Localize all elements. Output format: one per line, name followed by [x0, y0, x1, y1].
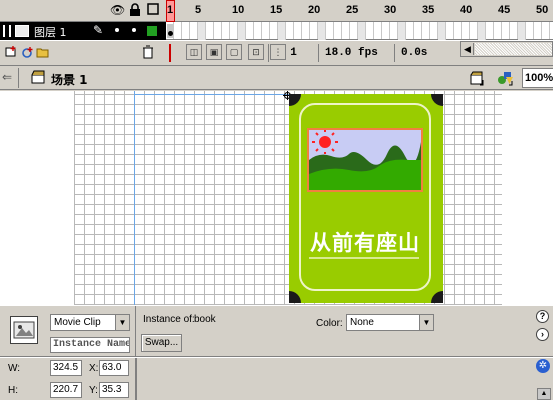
symbol-type-select[interactable]: Movie Clip ▼: [50, 314, 130, 331]
height-label: H:: [8, 385, 18, 396]
lock-dot[interactable]: [132, 28, 136, 32]
frame-ruler[interactable]: 1 5 10 15 20 25 30 35 40 45 50: [166, 0, 553, 22]
chevron-down-icon[interactable]: ▼: [115, 315, 129, 330]
accessibility-icon[interactable]: ✲: [536, 359, 550, 373]
movie-clip-symbol-icon: [10, 316, 38, 344]
frame-number: 35: [422, 4, 435, 16]
book-corner: [289, 94, 301, 106]
frame-number: 15: [270, 4, 283, 16]
layer-name[interactable]: 图层 1: [34, 24, 67, 40]
back-arrow-icon[interactable]: ⇐: [2, 70, 12, 84]
color-effect-select[interactable]: None ▼: [346, 314, 434, 331]
scroll-track[interactable]: [475, 43, 552, 55]
outline-toggle-icon[interactable]: [146, 3, 160, 17]
frame-number: 20: [308, 4, 321, 16]
layer-type-icon: [15, 25, 29, 37]
timeline-panel: 👁 图层 1 ✎ 1 5 10 15 20 25 30 35 40 45 50 …: [0, 0, 553, 65]
width-field[interactable]: 324.5: [50, 360, 82, 376]
properties-panel: Movie Clip ▼ Instance Name Instance of: …: [0, 305, 553, 400]
frame-area[interactable]: 1 5 10 15 20 25 30 35 40 45 50: [166, 0, 553, 40]
edit-multiple-frames-button[interactable]: ⊡: [248, 44, 264, 60]
instance-of-value: book: [194, 314, 216, 325]
frame-number: 30: [384, 4, 397, 16]
symbol-type-value: Movie Clip: [54, 317, 101, 328]
help-icon[interactable]: ?: [536, 310, 549, 323]
landscape-image: [309, 130, 421, 190]
panel-column-divider: [136, 358, 137, 400]
frame-number: 25: [346, 4, 359, 16]
insert-folder-icon[interactable]: [36, 45, 50, 62]
elapsed-time: 0.0s: [394, 44, 456, 62]
x-field[interactable]: 63.0: [99, 360, 129, 376]
work-area-left: [0, 91, 74, 305]
outline-color-swatch[interactable]: [147, 26, 157, 36]
book-corner: [431, 94, 443, 106]
guide-line-horizontal[interactable]: [134, 94, 289, 95]
playhead-marker: [169, 44, 177, 62]
frame-number: 50: [536, 4, 549, 16]
book-illustration: [307, 128, 423, 192]
book-corner: [431, 291, 443, 303]
flash-editor: 👁 图层 1 ✎ 1 5 10 15 20 25 30 35 40 45 50 …: [0, 0, 553, 400]
scene-label: 场景 1: [51, 73, 88, 87]
instance-of-label: Instance of:: [143, 314, 195, 325]
layer-grip-icon: [3, 25, 11, 37]
keyframe[interactable]: [167, 24, 174, 38]
options-menu-icon[interactable]: ›: [536, 328, 549, 341]
center-frame-button[interactable]: ◫: [186, 44, 202, 60]
book-symbol[interactable]: 从前有座山: [289, 94, 443, 303]
current-frame: 1: [268, 44, 318, 62]
trash-icon[interactable]: [142, 45, 154, 62]
stage-area[interactable]: 从前有座山: [0, 91, 553, 305]
pencil-icon: ✎: [93, 23, 104, 37]
edit-bar-separator: [18, 68, 19, 88]
frame-number: 45: [498, 4, 511, 16]
color-label: Color:: [316, 318, 343, 329]
add-layer-icon[interactable]: [4, 45, 18, 62]
book-title: 从前有座山: [310, 230, 420, 255]
layer-list: 👁 图层 1 ✎: [0, 0, 166, 65]
add-guide-layer-icon[interactable]: [20, 45, 34, 62]
guide-line-vertical[interactable]: [134, 91, 135, 305]
y-label: Y:: [89, 385, 98, 396]
frame-number: 40: [460, 4, 473, 16]
frame-cells[interactable]: [166, 22, 553, 40]
onion-skin-button[interactable]: ▣: [206, 44, 222, 60]
frame-rate: 18.0 fps: [318, 44, 393, 62]
swap-button[interactable]: Swap...: [141, 334, 182, 352]
book-title-underline: [309, 257, 419, 259]
scene-clapper-icon: [31, 70, 45, 84]
chevron-down-icon[interactable]: ▼: [419, 315, 433, 330]
panel-divider-highlight: [0, 357, 553, 358]
edit-bar: ⇐ 场景 1 100%: [0, 65, 553, 90]
layer-row-1[interactable]: 图层 1 ✎: [0, 22, 166, 40]
zoom-field[interactable]: 100%: [522, 68, 553, 88]
layer-header: 👁: [0, 0, 166, 22]
scroll-left-arrow-icon[interactable]: ◀: [462, 43, 474, 55]
layer-toolbar: [0, 40, 166, 65]
timeline-horizontal-scrollbar[interactable]: ◀: [460, 41, 553, 57]
collapse-panel-icon[interactable]: ▲: [537, 388, 551, 400]
color-effect-value: None: [350, 317, 374, 328]
y-field[interactable]: 35.3: [99, 382, 129, 398]
book-corner: [289, 291, 301, 303]
eye-icon[interactable]: 👁: [110, 3, 125, 17]
frame-number: 1: [167, 4, 174, 16]
edit-symbols-icon[interactable]: [497, 69, 515, 86]
frame-number: 5: [195, 4, 202, 16]
work-area-right: [502, 91, 553, 305]
height-field[interactable]: 220.7: [50, 382, 82, 398]
onion-skin-outlines-button[interactable]: ▢: [226, 44, 242, 60]
visibility-dot[interactable]: [115, 28, 119, 32]
instance-name-field[interactable]: Instance Name: [50, 337, 130, 353]
x-label: X:: [89, 363, 99, 374]
edit-scene-icon[interactable]: [470, 70, 486, 86]
width-label: W:: [8, 363, 21, 374]
frame-number: 10: [232, 4, 245, 16]
lock-icon[interactable]: [128, 3, 142, 17]
